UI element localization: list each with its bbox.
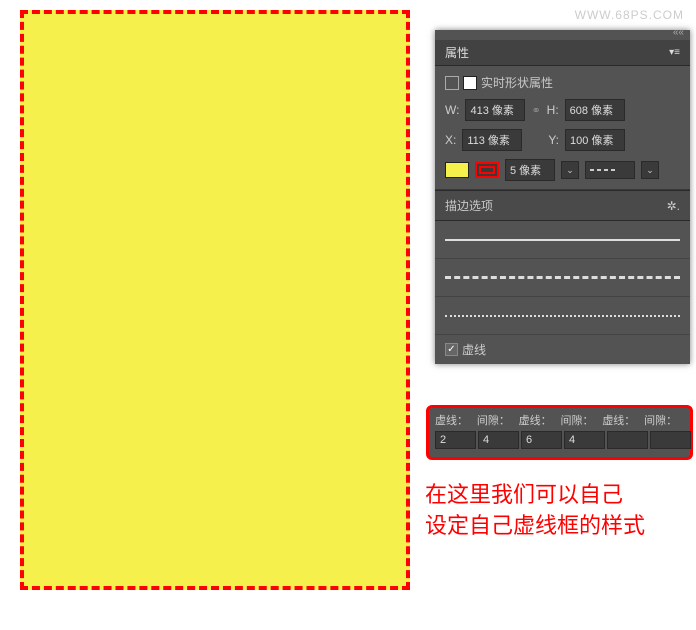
panel-tab[interactable]: 属性 ▾≡ <box>435 40 690 66</box>
shape-rectangle[interactable] <box>20 10 410 590</box>
stroke-style-dropdown[interactable] <box>585 161 635 179</box>
stroke-width-field[interactable]: 5 像素 <box>505 159 555 181</box>
width-field[interactable]: 413 像素 <box>465 99 525 121</box>
panel-title: 属性 <box>445 44 469 61</box>
shape-bounds-icon[interactable] <box>445 76 459 90</box>
y-label: Y: <box>548 133 559 147</box>
stroke-width-dropdown-icon[interactable]: ⌄ <box>561 161 579 179</box>
dash-settings-highlight: 虚线： 间隙： 虚线： 间隙： 虚线： 间隙： <box>426 405 693 460</box>
dash-input-4[interactable] <box>607 431 648 449</box>
dash-input-2[interactable] <box>521 431 562 449</box>
stroke-style-dashed[interactable] <box>435 259 690 297</box>
dash-input-0[interactable] <box>435 431 476 449</box>
annotation-line1: 在这里我们可以自己 <box>425 480 645 511</box>
dash-input-1[interactable] <box>478 431 519 449</box>
dash-label-4: 虚线： <box>602 412 642 428</box>
dash-label-2: 虚线： <box>519 412 559 428</box>
shape-mask-icon[interactable] <box>463 76 477 90</box>
shape-header: 实时形状属性 <box>445 74 680 91</box>
panel-menu-icon[interactable]: ▾≡ <box>669 47 680 58</box>
width-label: W: <box>445 103 459 117</box>
height-field[interactable]: 608 像素 <box>565 99 625 121</box>
height-label: H: <box>547 103 559 117</box>
stroke-style-solid[interactable] <box>435 221 690 259</box>
dash-label-5: 间隙： <box>644 412 684 428</box>
annotation-line2: 设定自己虚线框的样式 <box>425 511 645 542</box>
gear-icon[interactable]: ✲. <box>667 199 680 213</box>
annotation-text: 在这里我们可以自己 设定自己虚线框的样式 <box>425 480 645 542</box>
dash-label-1: 间隙： <box>477 412 517 428</box>
dashed-checkbox[interactable]: ✓ <box>445 343 458 356</box>
dash-input-5[interactable] <box>650 431 691 449</box>
link-wh-icon[interactable]: ⚭ <box>531 104 540 117</box>
stroke-style-dropdown-icon[interactable]: ⌄ <box>641 161 659 179</box>
stroke-options-panel: 描边选项 ✲. ✓ 虚线 <box>435 190 690 364</box>
stroke-options-title: 描边选项 <box>445 197 493 214</box>
x-label: X: <box>445 133 456 147</box>
fill-swatch[interactable] <box>445 162 469 178</box>
properties-panel: «« 属性 ▾≡ 实时形状属性 W: 413 像素 ⚭ H: 608 像素 X:… <box>435 30 690 364</box>
y-field[interactable]: 100 像素 <box>565 129 625 151</box>
dash-input-3[interactable] <box>564 431 605 449</box>
dash-label-0: 虚线： <box>435 412 475 428</box>
stroke-style-dotted[interactable] <box>435 297 690 335</box>
watermark: WWW.68PS.COM <box>575 8 684 22</box>
x-field[interactable]: 113 像素 <box>462 129 522 151</box>
stroke-swatch[interactable] <box>475 162 499 178</box>
dashed-label: 虚线 <box>462 341 486 358</box>
dash-label-3: 间隙： <box>560 412 600 428</box>
shape-header-label: 实时形状属性 <box>481 74 553 91</box>
panel-collapse-icon[interactable]: «« <box>435 30 690 40</box>
